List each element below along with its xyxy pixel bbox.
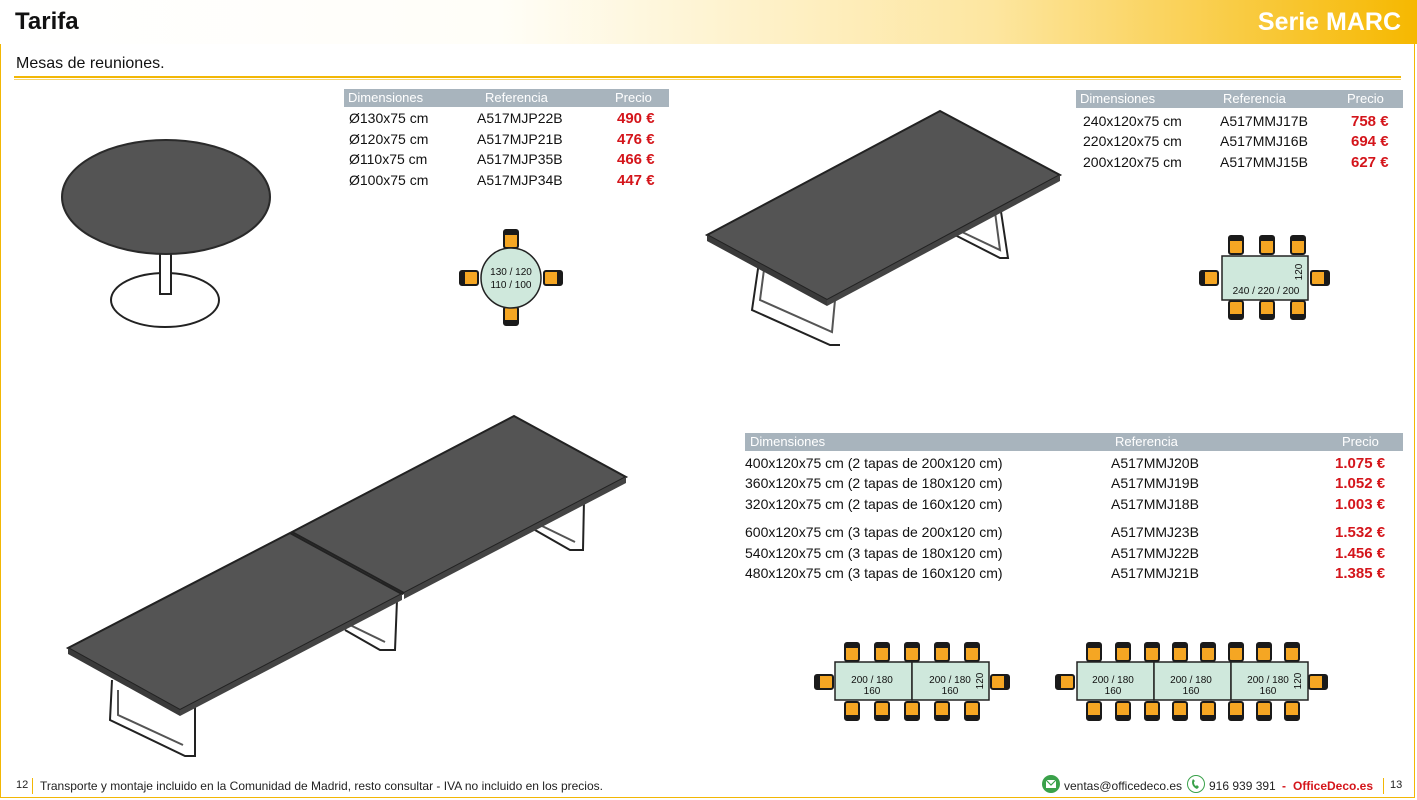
plan-long3-seg2b: 160	[1183, 686, 1200, 697]
chair-icon	[1290, 235, 1306, 255]
chair-icon	[1290, 300, 1306, 320]
chair-icon	[543, 270, 563, 286]
chair-icon	[874, 701, 890, 721]
chair-icon	[1228, 701, 1244, 721]
chair-icon	[1055, 674, 1075, 690]
page-number-right: 13	[1390, 779, 1403, 791]
chair-icon	[1228, 642, 1244, 662]
chair-icon	[1308, 674, 1328, 690]
chair-icon	[1200, 642, 1216, 662]
chair-icon	[964, 642, 980, 662]
chair-icon	[934, 701, 950, 721]
footer-email[interactable]: ventas@officedeco.es	[1064, 779, 1182, 793]
chair-icon	[1259, 235, 1275, 255]
round-table-illustration	[61, 139, 271, 328]
chair-icon	[1086, 642, 1102, 662]
email-icon	[1042, 775, 1060, 793]
long2-table-plan: 200 / 180 160 200 / 180 160 120	[814, 642, 1010, 721]
plan-long3-seg2: 160	[1105, 686, 1122, 697]
plan-long2-seg1: 200 / 180	[851, 675, 893, 686]
plan-long3-seg1: 200 / 180	[1092, 675, 1134, 686]
chair-icon	[844, 701, 860, 721]
plan-long2-width: 120	[975, 672, 986, 689]
round-table-plan: 130 / 120 110 / 100	[459, 229, 563, 326]
plan-round-label-2: 110 / 100	[491, 280, 532, 291]
footer-divider-right	[1383, 778, 1384, 794]
plan-long3-seg1b: 200 / 180	[1170, 675, 1212, 686]
phone-icon	[1187, 775, 1205, 793]
chair-icon	[503, 229, 519, 249]
chair-icon	[844, 642, 860, 662]
chair-icon	[904, 701, 920, 721]
chair-icon	[1172, 642, 1188, 662]
plan-long2-seg2b: 160	[942, 686, 959, 697]
long-table-illustration	[65, 414, 629, 757]
drawings-layer: 130 / 120 110 / 100 240 / 220 / 200 120 …	[61, 109, 1330, 757]
chair-icon	[1310, 270, 1330, 286]
chair-icon	[1200, 701, 1216, 721]
plan-long2-seg2: 160	[864, 686, 881, 697]
chair-icon	[1115, 642, 1131, 662]
plan-long3-seg2c: 160	[1260, 686, 1277, 697]
footer-divider-left	[32, 778, 33, 794]
chair-icon	[964, 701, 980, 721]
long3-table-plan: 200 / 180 160 200 / 180 160 200 / 180 16…	[1055, 642, 1328, 721]
chair-icon	[814, 674, 834, 690]
plan-rect-width: 120	[1294, 263, 1305, 280]
chair-icon	[1284, 642, 1300, 662]
chair-icon	[1256, 701, 1272, 721]
chair-icon	[503, 306, 519, 326]
footer-phone[interactable]: 916 939 391	[1209, 779, 1276, 793]
footer-note: Transporte y montaje incluido en la Comu…	[40, 779, 603, 793]
chair-icon	[1228, 300, 1244, 320]
chair-icon	[1259, 300, 1275, 320]
plan-round-label-1: 130 / 120	[490, 267, 532, 278]
plan-long2-seg1b: 200 / 180	[929, 675, 971, 686]
plan-rect-length: 240 / 220 / 200	[1233, 286, 1300, 297]
rect-table-illustration	[704, 109, 1063, 346]
page-number-left: 12	[16, 779, 29, 791]
chair-icon	[1086, 701, 1102, 721]
plan-long3-seg1c: 200 / 180	[1247, 675, 1289, 686]
chair-icon	[1256, 642, 1272, 662]
chair-icon	[934, 642, 950, 662]
chair-icon	[1228, 235, 1244, 255]
footer-sep: -	[1282, 779, 1286, 793]
plan-long3-width: 120	[1293, 672, 1304, 689]
chair-icon	[990, 674, 1010, 690]
footer-brand[interactable]: OfficeDeco.es	[1293, 779, 1373, 793]
chair-icon	[1115, 701, 1131, 721]
chair-icon	[1144, 701, 1160, 721]
rect-table-plan: 240 / 220 / 200 120	[1199, 235, 1330, 320]
chair-icon	[904, 642, 920, 662]
chair-icon	[1199, 270, 1219, 286]
chair-icon	[1144, 642, 1160, 662]
chair-icon	[459, 270, 479, 286]
chair-icon	[1284, 701, 1300, 721]
chair-icon	[874, 642, 890, 662]
chair-icon	[1172, 701, 1188, 721]
